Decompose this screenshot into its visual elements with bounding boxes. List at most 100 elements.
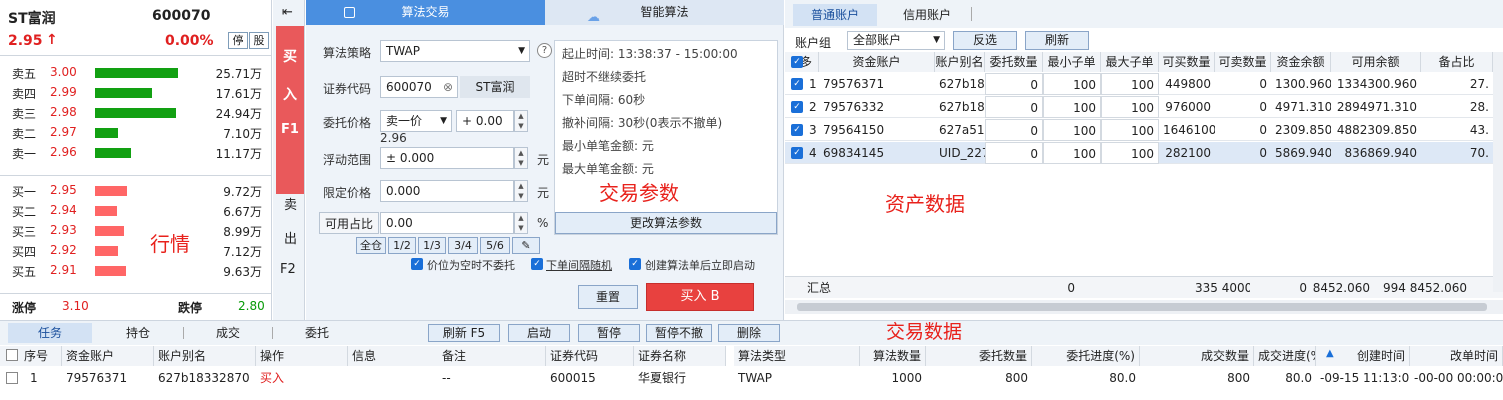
table-cell[interactable]: 100	[1101, 96, 1159, 118]
price-offset-input[interactable]: + 0.00	[456, 110, 514, 132]
autostart-checkbox[interactable]: ✓	[629, 258, 641, 270]
trade-annotation: 交易数据	[886, 321, 963, 343]
strategy-select[interactable]: TWAP ▼	[380, 40, 530, 62]
ratio-stepper[interactable]: ▲ ▼	[514, 212, 528, 234]
table-cell: 449800	[1165, 77, 1211, 91]
sell-side-tab[interactable]: 卖 出 F2	[276, 194, 304, 294]
dropdown-arrow-icon: ▼	[440, 116, 447, 126]
tab-tasks[interactable]: 任务	[8, 323, 92, 343]
bid-volume: 8.99万	[223, 225, 262, 239]
table-cell[interactable]: 100	[1101, 73, 1159, 95]
sort-icon[interactable]: ▲	[1326, 348, 1334, 359]
stock-info-button[interactable]: 股	[249, 32, 269, 49]
table-cell[interactable]: 100	[1101, 119, 1159, 141]
refresh-tasks-button[interactable]: 刷新 F5	[428, 324, 500, 342]
limit-down-price: 2.80	[238, 299, 265, 313]
reset-button[interactable]: 重置	[578, 285, 638, 309]
fraction-full-button[interactable]: 全仓	[356, 237, 386, 254]
scrollbar-thumb[interactable]	[797, 303, 1487, 311]
stock-name: ST富润	[8, 11, 56, 27]
tab-normal-account[interactable]: 普通账户	[793, 4, 877, 26]
no-price-checkbox[interactable]: ✓	[411, 258, 423, 270]
table-cell[interactable]: 100	[1043, 73, 1101, 95]
stock-code: 600070	[152, 8, 211, 24]
random-interval-checkbox[interactable]: ✓	[531, 258, 543, 270]
invert-select-button[interactable]: 反选	[953, 31, 1017, 50]
ratio-unit: %	[537, 216, 549, 230]
ask-label: 卖三	[12, 107, 37, 121]
ask-label: 卖四	[12, 87, 37, 101]
ask-volume: 17.61万	[215, 87, 262, 101]
code-value: 600070	[386, 80, 432, 94]
fraction-five-sixth-button[interactable]: 5/6	[480, 237, 510, 254]
tab-credit-account[interactable]: 信用账户	[885, 4, 969, 26]
tab-smart-algo[interactable]: ☁ 智能算法	[545, 0, 784, 25]
table-cell[interactable]: 0	[985, 119, 1043, 141]
code-input[interactable]: 600070 ⊗	[380, 76, 458, 98]
collapse-icon[interactable]: ⇤	[282, 5, 293, 20]
column-header: 可用余额	[1331, 52, 1421, 72]
table-row[interactable]: ✓ 4 69834145 UID_227 0 100 100 282100 0 5869.940 8…	[785, 142, 1493, 164]
tab-fills[interactable]: 成交	[186, 323, 270, 343]
fraction-half-button[interactable]: 1/2	[388, 237, 416, 254]
table-row[interactable]: ✓179576371627b183010010044980001300.9601…	[785, 73, 1493, 95]
pause-keep-button[interactable]: 暂停不撤	[646, 324, 712, 342]
fraction-three-quarter-button[interactable]: 3/4	[448, 237, 478, 254]
fraction-third-button[interactable]: 1/3	[418, 237, 446, 254]
table-row[interactable]: ✓379564150627a5110100100164610002309.850…	[785, 119, 1493, 141]
limit-up-price: 3.10	[62, 299, 89, 313]
table-cell[interactable]: 100	[1043, 142, 1101, 164]
table-cell: 79576371	[823, 77, 885, 91]
price-mode-select[interactable]: 卖一价 ▼	[380, 110, 452, 132]
bid-label: 买一	[12, 185, 37, 199]
horizontal-scrollbar[interactable]	[785, 300, 1503, 314]
pause-button[interactable]: 暂停	[578, 324, 640, 342]
start-button[interactable]: 启动	[508, 324, 570, 342]
total-available: 994 8452.060	[1383, 281, 1467, 295]
total-row: 汇总 0 335 4000 0 8452.060 994 8452.060	[785, 276, 1503, 298]
table-cell[interactable]: 0	[985, 142, 1043, 164]
help-icon[interactable]: ?	[537, 43, 552, 58]
limit-input[interactable]: 0.000	[380, 180, 514, 202]
bid-row: 买五 2.91 9.63万	[0, 260, 272, 280]
change-params-button[interactable]: 更改算法参数	[555, 212, 777, 234]
refresh-accounts-button[interactable]: 刷新	[1025, 31, 1089, 50]
select-all-checkbox[interactable]: ✓	[791, 56, 803, 68]
float-input[interactable]: ± 0.000	[380, 147, 514, 169]
column-header: 委托数量	[926, 346, 1032, 366]
column-header: 算法数量	[860, 346, 926, 366]
price-offset-stepper[interactable]: ▲ ▼	[514, 110, 528, 132]
suspend-button[interactable]: 停	[228, 32, 248, 49]
table-cell: 282100	[1165, 146, 1211, 160]
ratio-input[interactable]: 0.00	[380, 212, 514, 234]
float-stepper[interactable]: ▲ ▼	[514, 147, 528, 169]
vertical-scrollbar[interactable]	[1493, 52, 1503, 292]
bid-row: 买四 2.92 7.12万	[0, 240, 272, 260]
buy-side-tab[interactable]: 买 入 F1	[276, 26, 304, 194]
tab-algo-trade[interactable]: 算法交易	[306, 0, 545, 25]
table-cell[interactable]: 100	[1043, 96, 1101, 118]
table-cell: 5869.940	[1275, 146, 1331, 160]
tab-orders[interactable]: 委托	[275, 323, 359, 343]
ask-row: 卖四 2.99 17.61万	[0, 82, 272, 102]
row-index: 1	[809, 77, 817, 91]
table-cell[interactable]: 0	[985, 96, 1043, 118]
table-cell[interactable]: 100	[1043, 119, 1101, 141]
buy-side-char: 买	[283, 49, 297, 65]
limit-stepper[interactable]: ▲ ▼	[514, 180, 528, 202]
bid-label: 买四	[12, 245, 37, 259]
dropdown-arrow-icon: ▼	[933, 35, 940, 45]
table-cell: 28.	[1469, 100, 1489, 114]
table-row[interactable]: ✓279576332627b180010010097600004971.3102…	[785, 96, 1493, 118]
delete-button[interactable]: 删除	[718, 324, 780, 342]
edit-icon[interactable]: ✎	[512, 237, 540, 254]
table-cell[interactable]: 100	[1101, 142, 1159, 164]
buy-button[interactable]: 买入 B	[646, 283, 754, 311]
table-cell[interactable]: 0	[985, 73, 1043, 95]
code-name: ST富润	[460, 76, 530, 98]
ratio-label: 可用占比	[319, 212, 379, 234]
clear-icon[interactable]: ⊗	[443, 77, 453, 97]
tab-positions[interactable]: 持仓	[96, 323, 180, 343]
group-select[interactable]: 全部账户 ▼	[847, 31, 945, 50]
select-all-checkbox[interactable]	[6, 349, 18, 361]
